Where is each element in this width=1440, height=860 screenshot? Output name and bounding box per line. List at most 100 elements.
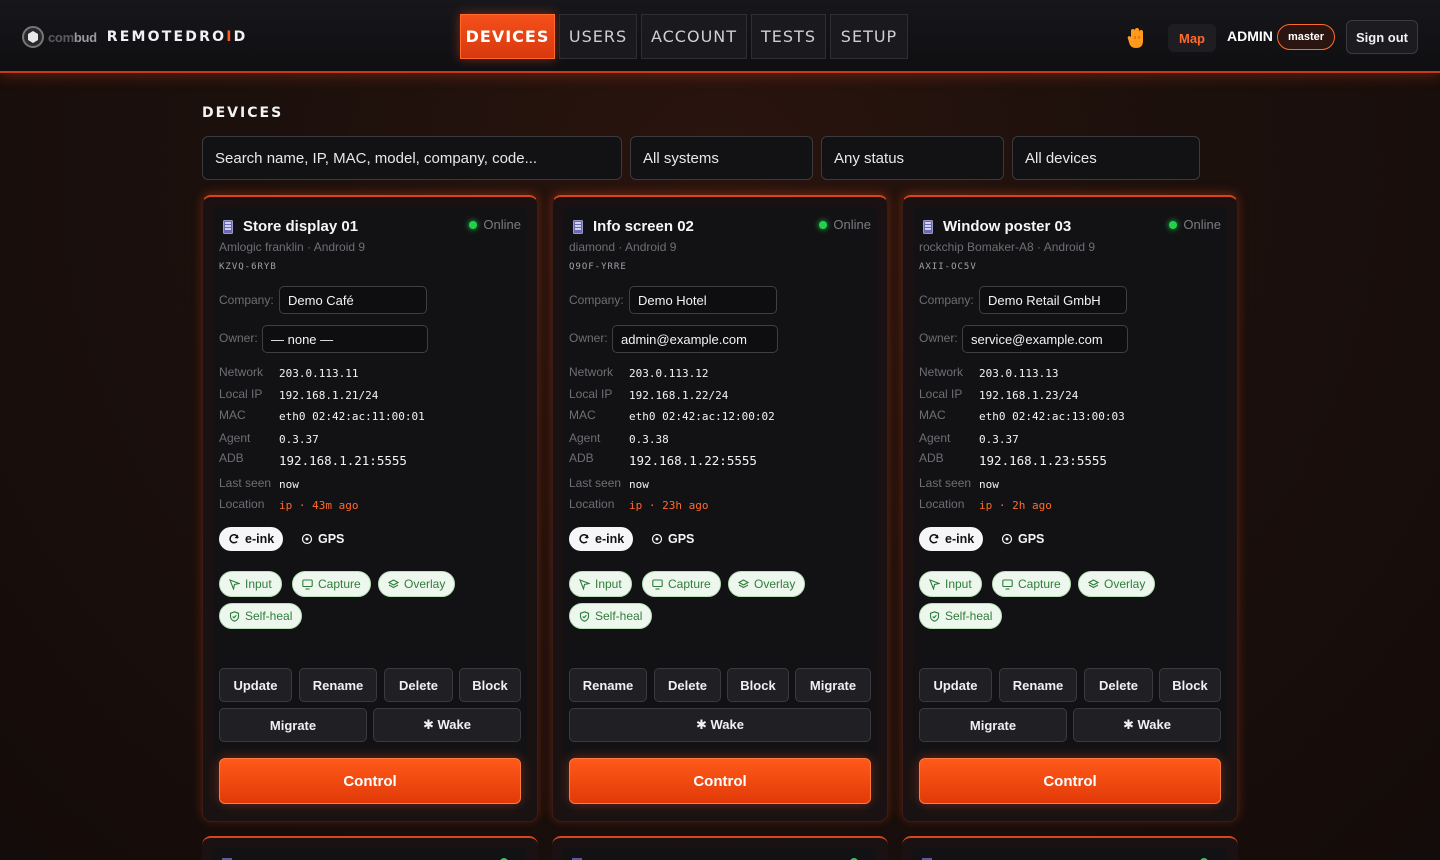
last-seen-label: Last seen xyxy=(219,476,272,490)
tab-account[interactable]: ACCOUNT xyxy=(641,14,747,59)
capability-input-label: Input xyxy=(945,577,972,591)
agent-value: 0.3.37 xyxy=(279,433,319,446)
search-input[interactable] xyxy=(215,149,621,167)
update-button[interactable]: Update xyxy=(919,668,992,702)
adb-value: 192.168.1.22:5555 xyxy=(629,453,757,468)
network-label: Network xyxy=(919,365,964,379)
capability-overlay-badge: Overlay xyxy=(378,571,456,597)
hand-icon[interactable] xyxy=(1126,27,1146,49)
online-status-dot-icon xyxy=(819,220,828,229)
owner-select[interactable]: — none — xyxy=(262,325,428,353)
mac-value: eth0 02:42:ac:13:00:03 xyxy=(979,410,1125,423)
agent-label: Agent xyxy=(569,431,601,445)
eink-toggle[interactable]: e-ink xyxy=(219,527,284,551)
device-status: Online xyxy=(469,217,521,232)
control-button[interactable]: Control xyxy=(919,758,1221,804)
device-card-next-row xyxy=(552,836,888,860)
adb-label: ADB xyxy=(219,451,244,465)
company-label: Company: xyxy=(919,293,974,307)
location-value: ip · 23h ago xyxy=(629,499,709,512)
location-value: ip · 43m ago xyxy=(279,499,359,512)
gps-toggle[interactable]: GPS xyxy=(643,527,702,551)
eink-label: e-ink xyxy=(245,532,275,546)
location-pin-icon xyxy=(301,533,313,545)
tab-tests[interactable]: TESTS xyxy=(751,14,826,59)
capability-overlay-badge: Overlay xyxy=(1078,571,1156,597)
rename-button[interactable]: Rename xyxy=(569,668,647,702)
agent-label: Agent xyxy=(219,431,251,445)
tab-devices[interactable]: DEVICES xyxy=(460,14,555,59)
device-card-body: Info screen 02 Online diamond · Android … xyxy=(563,207,877,812)
adb-label: ADB xyxy=(919,451,944,465)
adb-value: 192.168.1.21:5555 xyxy=(279,453,407,468)
sign-out-button[interactable]: Sign out xyxy=(1346,20,1418,54)
layers-icon xyxy=(738,578,749,588)
delete-button[interactable]: Delete xyxy=(1084,668,1153,702)
agent-value: 0.3.37 xyxy=(979,433,1019,446)
brand-app-name: REMOTEDROID xyxy=(106,29,248,45)
adb-label: ADB xyxy=(569,451,594,465)
tab-setup[interactable]: SETUP xyxy=(830,14,908,59)
location-label: Location xyxy=(569,497,615,511)
wake-button[interactable]: ✱ Wake xyxy=(373,708,521,742)
update-button[interactable]: Update xyxy=(219,668,292,702)
mac-label: MAC xyxy=(219,408,246,422)
block-button[interactable]: Block xyxy=(459,668,521,702)
tab-users[interactable]: USERS xyxy=(559,14,637,59)
online-status-dot-icon xyxy=(1169,220,1178,229)
company-select[interactable]: Demo Hotel xyxy=(629,286,777,314)
delete-button[interactable]: Delete xyxy=(384,668,453,702)
company-select[interactable]: Demo Retail GmbH xyxy=(979,286,1127,314)
shield-check-icon xyxy=(579,610,590,622)
device-card-body: Store display 01 Online Amlogic franklin… xyxy=(213,207,527,812)
network-value: 203.0.113.11 xyxy=(279,367,359,380)
capability-selfheal-label: Self-heal xyxy=(245,609,293,623)
wake-button[interactable]: ✱ Wake xyxy=(569,708,871,742)
device-name: Store display 01 xyxy=(243,218,359,235)
cursor-icon xyxy=(929,578,940,590)
block-button[interactable]: Block xyxy=(1159,668,1221,702)
map-link[interactable]: Map xyxy=(1168,24,1216,52)
rename-button[interactable]: Rename xyxy=(999,668,1077,702)
owner-select[interactable]: admin@example.com xyxy=(612,325,778,353)
control-button[interactable]: Control xyxy=(219,758,521,804)
migrate-button[interactable]: Migrate xyxy=(219,708,367,742)
eink-label: e-ink xyxy=(595,532,625,546)
wake-button[interactable]: ✱ Wake xyxy=(1073,708,1221,742)
cursor-icon xyxy=(579,578,590,590)
capability-input-label: Input xyxy=(245,577,272,591)
owner-select[interactable]: service@example.com xyxy=(962,325,1128,353)
owner-label: Owner: xyxy=(569,331,608,345)
eink-toggle[interactable]: e-ink xyxy=(569,527,634,551)
migrate-button[interactable]: Migrate xyxy=(795,668,871,702)
migrate-button[interactable]: Migrate xyxy=(919,708,1067,742)
devices-filter-select[interactable]: All devices xyxy=(1012,136,1200,180)
capability-capture-label: Capture xyxy=(668,577,711,591)
device-icon xyxy=(923,220,933,234)
brand[interactable]: combud REMOTEDROID xyxy=(22,24,247,50)
search-field[interactable] xyxy=(202,136,622,180)
capability-input-label: Input xyxy=(595,577,622,591)
capability-input-badge: Input xyxy=(219,571,282,597)
online-status-dot-icon xyxy=(469,220,478,229)
rename-button[interactable]: Rename xyxy=(299,668,377,702)
device-status: Online xyxy=(1169,217,1221,232)
control-button[interactable]: Control xyxy=(569,758,871,804)
delete-button[interactable]: Delete xyxy=(654,668,721,702)
gps-toggle[interactable]: GPS xyxy=(993,527,1052,551)
device-card-next-row xyxy=(902,836,1238,860)
status-filter-select[interactable]: Any status xyxy=(821,136,1004,180)
system-filter-select[interactable]: All systems xyxy=(630,136,813,180)
company-select[interactable]: Demo Café xyxy=(279,286,427,314)
eink-toggle[interactable]: e-ink xyxy=(919,527,984,551)
user-name: ADMIN xyxy=(1227,28,1273,44)
block-button[interactable]: Block xyxy=(727,668,789,702)
role-badge: master xyxy=(1277,24,1335,50)
shield-check-icon xyxy=(229,610,240,622)
device-card: Store display 01 Online Amlogic franklin… xyxy=(202,195,538,822)
capability-capture-badge: Capture xyxy=(642,571,721,597)
capability-overlay-badge: Overlay xyxy=(728,571,806,597)
gps-toggle[interactable]: GPS xyxy=(293,527,352,551)
device-icon xyxy=(573,220,583,234)
device-card: Info screen 02 Online diamond · Android … xyxy=(552,195,888,822)
